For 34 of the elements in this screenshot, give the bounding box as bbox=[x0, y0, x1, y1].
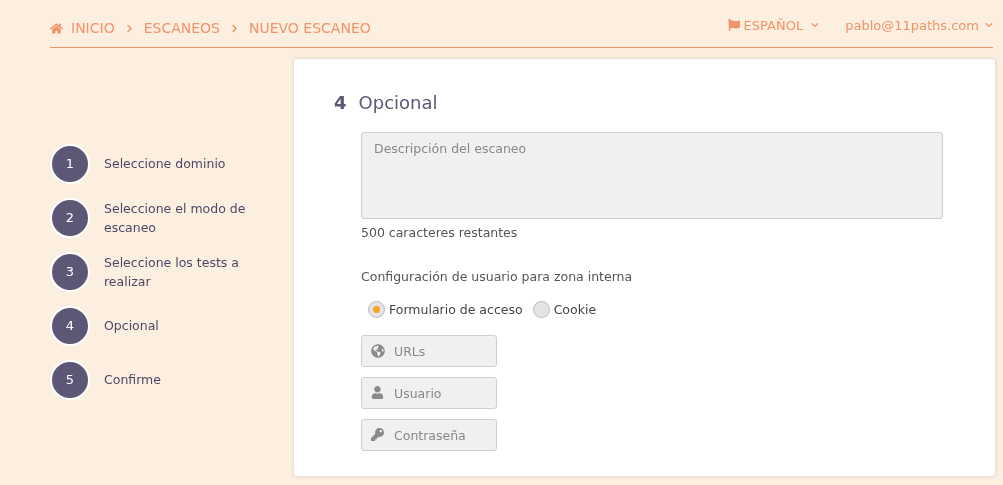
flag-icon bbox=[727, 19, 740, 32]
input-field[interactable]: URLs bbox=[361, 335, 497, 368]
step-number: 2 bbox=[50, 197, 90, 238]
chevron-down-icon bbox=[811, 21, 820, 30]
step-number: 5 bbox=[50, 359, 90, 400]
step-label: Seleccione los tests a realizar bbox=[104, 253, 240, 291]
breadcrumb-link[interactable]: NUEVO ESCANEO bbox=[248, 18, 371, 39]
character-count: 500 caracteres restantes bbox=[361, 224, 519, 242]
home-icon bbox=[50, 22, 63, 35]
description-field[interactable]: Descripción del escaneo bbox=[361, 132, 943, 219]
step-label: Seleccione dominio bbox=[104, 155, 227, 173]
user-menu[interactable]: pablo@11paths.com bbox=[845, 15, 993, 35]
step-label: Seleccione el modo de escaneo bbox=[104, 199, 247, 237]
step-number: 3 bbox=[50, 251, 90, 292]
breadcrumb-link[interactable]: ESCANEOS bbox=[143, 18, 220, 39]
globe-icon bbox=[371, 344, 385, 359]
chevron-right-icon bbox=[124, 24, 134, 33]
step-number: 1 bbox=[50, 143, 90, 184]
input-field[interactable]: Contraseña bbox=[361, 419, 497, 452]
radio-option[interactable]: Formulario de acceso bbox=[368, 300, 523, 320]
step-label: Confirme bbox=[104, 371, 162, 389]
language-menu[interactable]: ESPAÑOL bbox=[727, 15, 820, 35]
input-field[interactable]: Usuario bbox=[361, 377, 497, 410]
step-label: Opcional bbox=[104, 317, 160, 335]
config-label: Configuración de usuario para zona interna bbox=[361, 267, 634, 286]
chevron-down-icon bbox=[985, 21, 993, 30]
user-icon bbox=[371, 386, 384, 400]
chevron-right-icon bbox=[229, 24, 239, 33]
section-title: Opcional bbox=[358, 91, 438, 115]
section-number: 4 bbox=[334, 91, 347, 115]
breadcrumb-link[interactable]: INICIO bbox=[71, 18, 115, 39]
radio-option[interactable]: Cookie bbox=[532, 300, 597, 320]
step-number: 4 bbox=[50, 305, 90, 346]
key-icon bbox=[371, 428, 384, 442]
